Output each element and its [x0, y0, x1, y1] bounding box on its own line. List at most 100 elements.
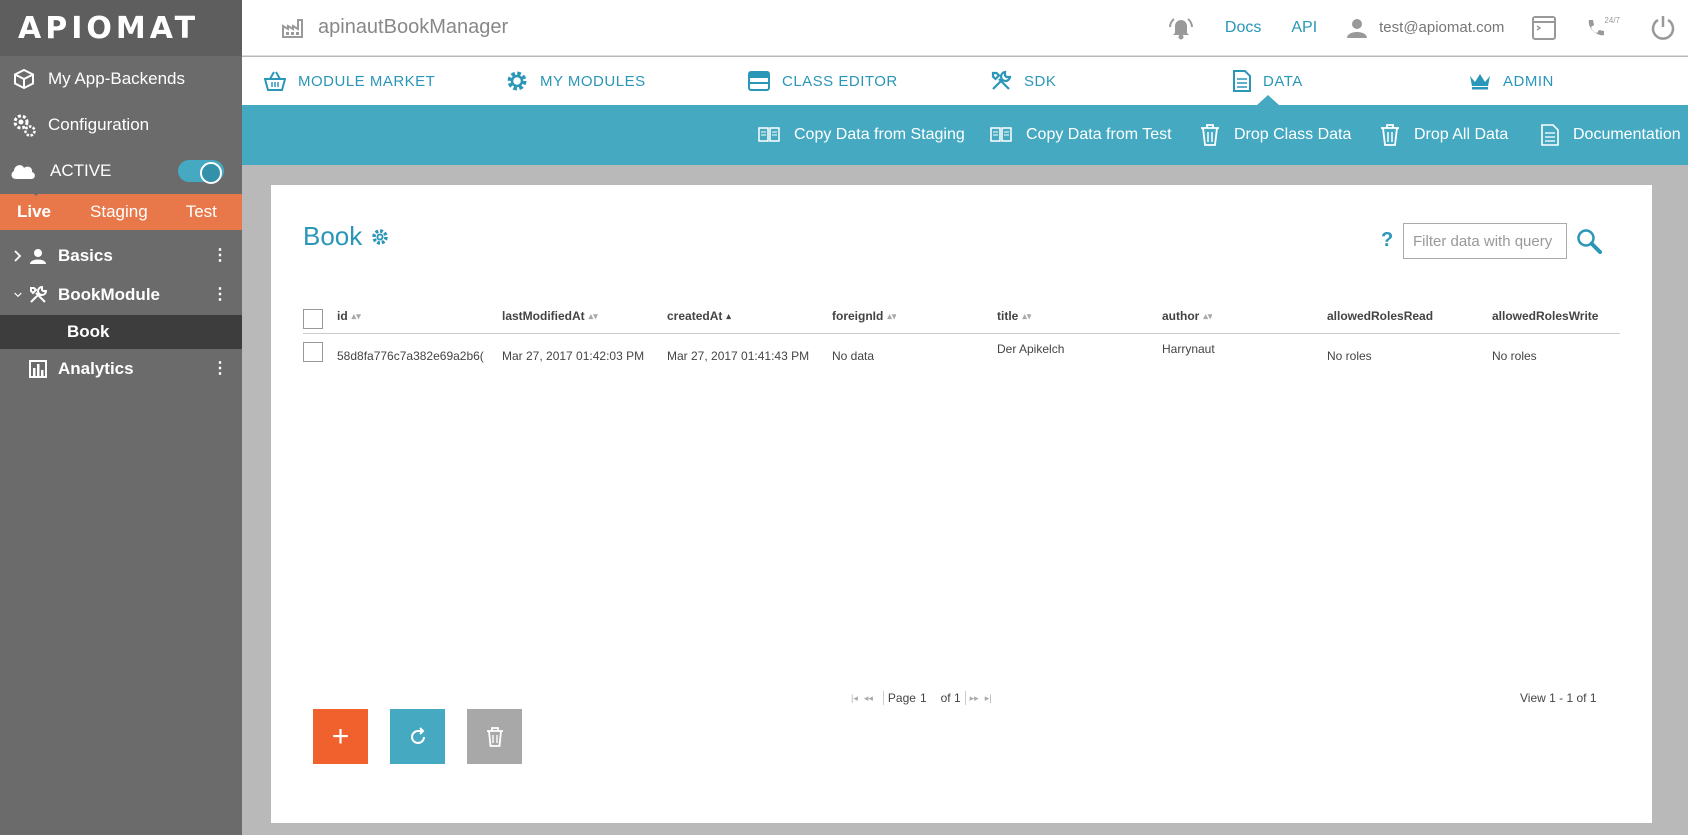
gear-icon[interactable] [371, 228, 389, 246]
gear-icon [506, 70, 528, 92]
column-header-lastmodifiedat[interactable]: lastModifiedAt ▴▾ [502, 309, 598, 323]
tab-admin[interactable]: ADMIN [1469, 57, 1554, 105]
column-header-author[interactable]: author ▴▾ [1162, 309, 1212, 323]
action-label: Documentation [1573, 126, 1681, 143]
cell-title[interactable]: Der Apikelch [997, 342, 1064, 356]
api-link[interactable]: API [1291, 19, 1317, 37]
filter-input[interactable] [1403, 223, 1567, 259]
sidebar-item-label: Configuration [48, 115, 150, 134]
tab-module-market[interactable]: MODULE MARKET [264, 57, 435, 105]
terminal-icon[interactable] [1532, 15, 1557, 40]
env-tab-staging[interactable]: Staging [90, 202, 148, 222]
documentation-button[interactable]: Documentation [1541, 105, 1681, 165]
cell-id: 58d8fa776c7a382e69a2b6( [337, 349, 484, 363]
action-label: Drop Class Data [1234, 126, 1352, 143]
tab-class-editor[interactable]: CLASS EDITOR [748, 57, 898, 105]
tab-my-modules[interactable]: MY MODULES [506, 57, 646, 105]
more-vertical-icon[interactable]: ⋮ [212, 286, 228, 303]
prev-page-icon[interactable]: ◂◂ [864, 693, 873, 704]
column-header-foreignid[interactable]: foreignId ▴▾ [832, 309, 896, 323]
user-email: test@apiomat.com [1379, 19, 1505, 36]
more-vertical-icon[interactable]: ⋮ [212, 247, 228, 264]
select-all-checkbox[interactable] [303, 309, 323, 329]
tab-label: DATA [1263, 72, 1303, 90]
table-header-divider [303, 333, 1620, 334]
sort-icon: ▴▾ [351, 310, 361, 321]
page-total: of 1 [940, 691, 961, 705]
power-icon[interactable] [1650, 15, 1676, 41]
tree-item-book[interactable]: Book [0, 315, 242, 349]
sort-ascending-icon: ▴ [726, 310, 731, 321]
user-icon [1347, 18, 1368, 38]
help-icon[interactable]: ? [1381, 229, 1393, 252]
row-checkbox[interactable] [303, 342, 323, 362]
page-title: Book [303, 221, 389, 252]
sort-icon: ▴▾ [1022, 310, 1032, 321]
top-right-actions: Docs API test@apiomat.com 24/7 [1167, 0, 1688, 56]
tree-item-label: BookModule [58, 284, 160, 304]
delete-button[interactable] [467, 709, 522, 764]
bell-icon[interactable] [1167, 15, 1195, 41]
sidebar-item-configuration[interactable]: Configuration [0, 102, 242, 148]
env-tab-test[interactable]: Test [186, 202, 217, 222]
search-icon[interactable] [1576, 228, 1602, 254]
tools-icon [990, 70, 1012, 92]
module-nav: MODULE MARKET MY MODULES CLASS EDITOR SD… [242, 57, 1688, 105]
environment-tabs: Live Staging Test [0, 189, 242, 230]
chevron-down-icon [0, 291, 22, 299]
env-tab-live[interactable]: Live [17, 189, 51, 222]
view-info: View 1 - 1 of 1 [1520, 691, 1597, 705]
refresh-button[interactable] [390, 709, 445, 764]
copy-icon [758, 126, 780, 144]
tab-data[interactable]: DATA [1233, 57, 1303, 105]
user-menu[interactable]: test@apiomat.com [1347, 18, 1504, 38]
copy-from-test-button[interactable]: Copy Data from Test [990, 105, 1172, 165]
refresh-icon [408, 726, 428, 747]
support-phone-icon[interactable]: 24/7 [1586, 15, 1620, 38]
tools-icon [26, 285, 50, 305]
cell-allowedrolesread: No roles [1327, 349, 1372, 363]
column-header-title[interactable]: title ▴▾ [997, 309, 1031, 323]
drop-class-data-button[interactable]: Drop Class Data [1200, 105, 1351, 165]
cell-lastmodifiedat: Mar 27, 2017 01:42:03 PM [502, 349, 645, 363]
basket-icon [264, 71, 286, 91]
window-icon [748, 71, 770, 91]
doc-icon [1541, 124, 1559, 146]
add-button[interactable]: + [313, 709, 368, 764]
last-page-icon[interactable]: ▸| [985, 693, 992, 704]
active-status-row: ACTIVE [0, 148, 242, 194]
support-badge: 24/7 [1604, 15, 1620, 25]
column-header-id[interactable]: id ▴▾ [337, 309, 361, 323]
logo-text: APIOMAT [18, 10, 200, 46]
tree-item-analytics[interactable]: Analytics ⋮ [0, 349, 242, 388]
docs-link[interactable]: Docs [1225, 19, 1261, 37]
page-number[interactable]: 1 [920, 691, 927, 705]
tree-item-bookmodule[interactable]: BookModule ⋮ [0, 275, 242, 314]
copy-icon [990, 126, 1012, 144]
tree-item-basics[interactable]: Basics ⋮ [0, 236, 242, 275]
tree-item-label: Analytics [58, 358, 134, 378]
pager: |◂ ◂◂ Page 1 of 1 ▸▸ ▸| [851, 691, 998, 705]
app-title: apinautBookManager [282, 16, 508, 39]
column-header-allowedrolesread[interactable]: allowedRolesRead [1327, 309, 1433, 323]
tab-sdk[interactable]: SDK [990, 57, 1056, 105]
drop-all-data-button[interactable]: Drop All Data [1380, 105, 1508, 165]
active-toggle[interactable] [178, 160, 224, 184]
tree-item-label: Book [67, 322, 110, 341]
logo[interactable]: APIOMAT [0, 0, 242, 56]
cell-allowedroleswrite: No roles [1492, 349, 1537, 363]
column-header-allowedroleswrite[interactable]: allowedRolesWrite [1492, 309, 1598, 323]
active-status-label: ACTIVE [50, 161, 112, 180]
tab-label: MODULE MARKET [298, 72, 436, 90]
bar-chart-icon [26, 359, 50, 378]
column-header-createdat[interactable]: createdAt ▴ [667, 309, 731, 323]
cell-author[interactable]: Harrynaut [1162, 342, 1215, 356]
page-label: Page [887, 691, 916, 705]
first-page-icon[interactable]: |◂ [851, 693, 858, 704]
next-page-icon[interactable]: ▸▸ [970, 693, 979, 704]
tab-label: CLASS EDITOR [782, 72, 898, 90]
sidebar-item-app-backends[interactable]: My App-Backends [0, 56, 242, 102]
app-name: apinautBookManager [318, 16, 509, 38]
copy-from-staging-button[interactable]: Copy Data from Staging [758, 105, 965, 165]
more-vertical-icon[interactable]: ⋮ [212, 360, 228, 377]
